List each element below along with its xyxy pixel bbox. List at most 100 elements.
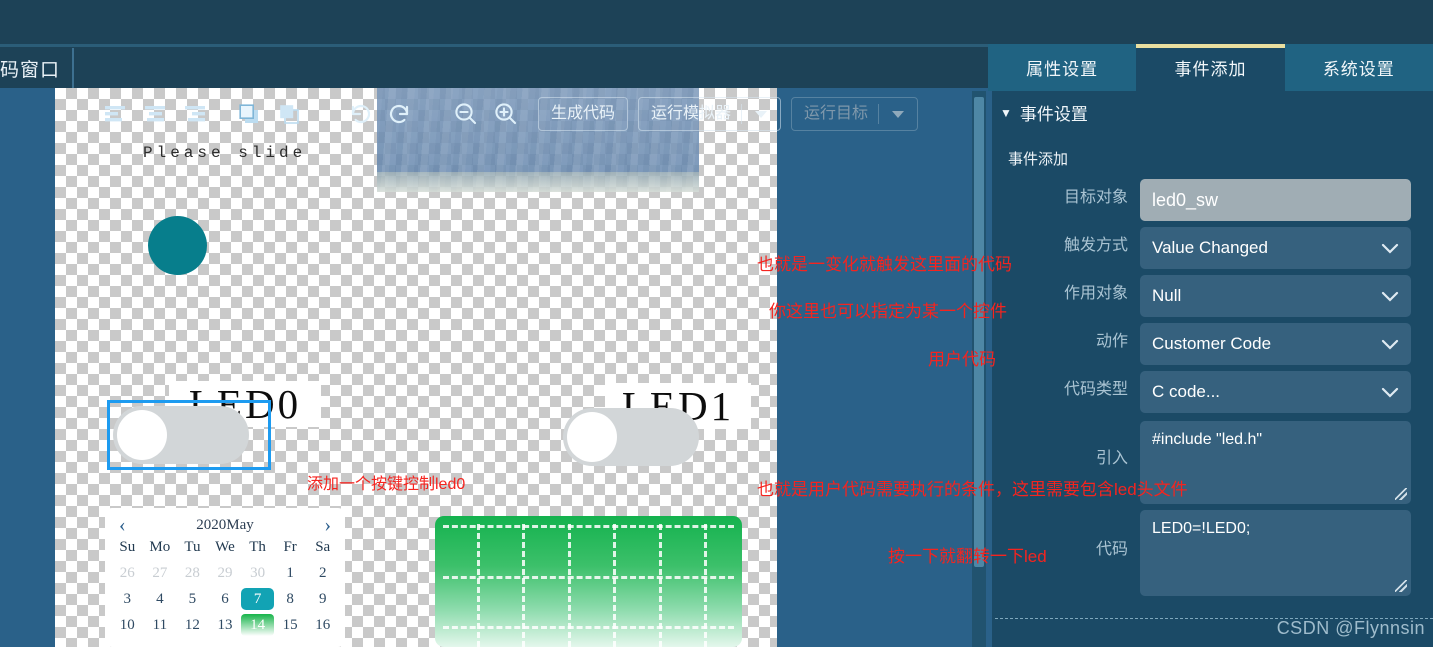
run-simulator-label[interactable]: 运行模拟器 — [639, 98, 741, 130]
code-type-select-value: C code... — [1152, 382, 1221, 401]
selection-outline — [107, 400, 271, 470]
field-label-scope: 作用对象 — [1063, 285, 1128, 302]
panel-section-header[interactable]: ▼ 事件设置 — [988, 91, 1433, 134]
calendar-day[interactable]: 26 — [111, 562, 144, 584]
send-to-back-icon[interactable] — [270, 94, 310, 134]
zoom-in-icon[interactable] — [486, 94, 526, 134]
calendar-day[interactable]: 10 — [111, 614, 144, 636]
trigger-select[interactable]: Value Changed — [1140, 227, 1411, 269]
calendar-day[interactable]: 8 — [274, 588, 307, 610]
undo-icon[interactable] — [340, 94, 380, 134]
watermark: CSDN @Flynnsin — [1276, 618, 1425, 638]
calendar-day[interactable]: 11 — [144, 614, 177, 636]
panel-section-title: 事件设置 — [1019, 105, 1088, 124]
target-object-value: led0_sw — [1140, 179, 1411, 221]
annotation-trigger-note: 也就是一变化就触发这里面的代码 — [757, 255, 1012, 274]
calendar-day[interactable]: 4 — [144, 588, 177, 610]
field-label-code-type: 代码类型 — [1063, 381, 1128, 398]
led1-switch[interactable] — [563, 408, 699, 466]
slider-hint-label: Please slide — [143, 144, 307, 162]
calendar-header: ‹ 2020May › — [105, 508, 345, 539]
field-label-action: 动作 — [1095, 333, 1128, 350]
calendar-day[interactable]: 1 — [274, 562, 307, 584]
redo-icon[interactable] — [380, 94, 420, 134]
tab-system-settings[interactable]: 系统设置 — [1284, 44, 1433, 91]
field-trigger: 触发方式 Value Changed — [988, 227, 1433, 269]
chart-gridline — [443, 626, 734, 629]
calendar-day[interactable]: 28 — [176, 562, 209, 584]
align-right-icon[interactable] — [176, 94, 216, 134]
zoom-out-icon[interactable] — [446, 94, 486, 134]
panel-divider — [72, 48, 74, 90]
calendar-next-icon[interactable]: › — [324, 514, 331, 537]
calendar-dow: Sa — [315, 539, 331, 555]
calendar-day[interactable]: 13 — [209, 614, 242, 636]
calendar-dow: Th — [249, 539, 266, 555]
led-indicator-circle[interactable] — [148, 216, 207, 275]
code-textarea[interactable]: LED0=!LED0; — [1140, 510, 1411, 596]
design-surface[interactable]: Please slide LED0 LED1 添加一个按键控制led0 ‹ 20… — [55, 88, 777, 647]
include-resize-grip[interactable] — [1395, 488, 1407, 500]
annotation-include-note: 也就是用户代码需要执行的条件，这里需要包含led头文件 — [757, 480, 1188, 499]
run-simulator-split-button[interactable]: 运行模拟器 — [638, 97, 782, 131]
code-window-label: 码窗口 — [0, 60, 61, 81]
run-target-split-button[interactable]: 运行目标 — [791, 97, 919, 131]
calendar-dow: Mo — [149, 539, 171, 555]
panel-subtitle: 事件添加 — [1008, 151, 1069, 168]
annotation-action-note: 用户代码 — [928, 350, 996, 369]
field-label-target-object: 目标对象 — [1063, 189, 1128, 206]
calendar-day[interactable]: 5 — [176, 588, 209, 610]
led1-switch-knob — [567, 412, 617, 462]
calendar-day[interactable]: 14 — [241, 614, 274, 636]
scope-select[interactable]: Null — [1140, 275, 1411, 317]
annotation-scope-note: 你这里也可以指定为某一个控件 — [769, 302, 1007, 321]
calendar-dow: Su — [119, 539, 136, 555]
calendar-day[interactable]: 9 — [306, 588, 339, 610]
align-left-icon[interactable] — [96, 94, 136, 134]
code-resize-grip[interactable] — [1395, 580, 1407, 592]
calendar-day[interactable]: 15 — [274, 614, 307, 636]
calendar-title: 2020May — [196, 517, 254, 533]
calendar-dow: We — [215, 539, 235, 555]
chevron-down-icon — [1381, 275, 1399, 317]
tab-event-add[interactable]: 事件添加 — [1136, 44, 1285, 91]
annotation-add-key: 添加一个按键控制led0 — [307, 476, 466, 493]
calendar-dow: Fr — [283, 539, 297, 555]
calendar-day[interactable]: 16 — [306, 614, 339, 636]
chevron-down-icon — [1381, 371, 1399, 413]
calendar-day[interactable]: 27 — [144, 562, 177, 584]
run-target-label[interactable]: 运行目标 — [792, 98, 878, 130]
scope-select-value: Null — [1152, 286, 1182, 305]
calendar-day[interactable]: 30 — [241, 562, 274, 584]
chevron-down-icon[interactable]: ▼ — [1000, 106, 1012, 120]
calendar-day[interactable]: 29 — [209, 562, 242, 584]
bring-to-front-icon[interactable] — [230, 94, 270, 134]
calendar-day[interactable]: 12 — [176, 614, 209, 636]
chevron-down-icon — [1381, 227, 1399, 269]
right-panel-tabs: 属性设置 事件添加 系统设置 — [988, 44, 1433, 91]
tab-property-settings[interactable]: 属性设置 — [988, 44, 1137, 91]
run-simulator-dropdown-icon[interactable] — [742, 98, 780, 130]
calendar-widget[interactable]: ‹ 2020May › Su Mo Tu We Th Fr Sa 26 27 28 29 30 1 2 3 4… — [105, 508, 345, 647]
generate-code-button[interactable]: 生成代码 — [538, 97, 629, 131]
field-code-type: 代码类型 C code... — [988, 371, 1433, 413]
chart-gridline — [443, 576, 734, 579]
calendar-day[interactable]: 6 — [209, 588, 242, 610]
chart-widget[interactable] — [435, 516, 742, 647]
calendar-dow: Tu — [184, 539, 201, 555]
chart-gridline — [443, 525, 734, 528]
field-scope: 作用对象 Null — [988, 275, 1433, 317]
action-select-value: Customer Code — [1152, 334, 1272, 353]
design-canvas-area[interactable]: Please slide LED0 LED1 添加一个按键控制led0 ‹ 20… — [0, 88, 988, 647]
calendar-day[interactable]: 3 — [111, 588, 144, 610]
align-center-icon[interactable] — [136, 94, 176, 134]
code-type-select[interactable]: C code... — [1140, 371, 1411, 413]
action-select[interactable]: Customer Code — [1140, 323, 1411, 365]
trigger-select-value: Value Changed — [1152, 238, 1268, 257]
run-target-dropdown-icon[interactable] — [879, 98, 917, 130]
calendar-day[interactable]: 2 — [306, 562, 339, 584]
title-bar — [0, 0, 1433, 44]
field-target-object: 目标对象 led0_sw — [988, 179, 1433, 221]
calendar-prev-icon[interactable]: ‹ — [119, 514, 126, 537]
calendar-day[interactable]: 7 — [241, 588, 274, 610]
